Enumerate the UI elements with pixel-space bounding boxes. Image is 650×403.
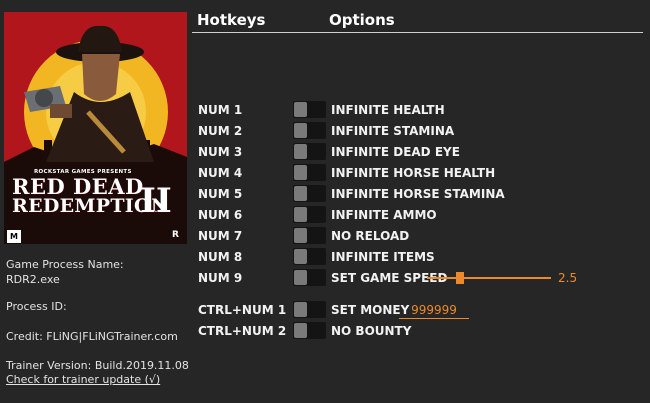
option-label: INFINITE HORSE HEALTH <box>331 166 496 180</box>
toggle-infinite-horse-stamina[interactable] <box>293 185 326 202</box>
toggle-infinite-health[interactable] <box>293 101 326 118</box>
cheat-row-infinite-horse-health: NUM 4 INFINITE HORSE HEALTH <box>0 163 650 183</box>
money-amount-input[interactable] <box>399 301 469 319</box>
cheat-row-infinite-dead-eye: NUM 3 INFINITE DEAD EYE <box>0 142 650 162</box>
toggle-knob <box>294 270 307 285</box>
toggle-knob <box>294 323 307 338</box>
option-label: SET MONEY <box>331 303 410 317</box>
cheat-row-infinite-stamina: NUM 2 INFINITE STAMINA <box>0 121 650 141</box>
option-label: NO RELOAD <box>331 229 410 243</box>
toggle-knob <box>294 207 307 222</box>
slider-thumb[interactable] <box>456 272 465 284</box>
header-divider <box>192 32 643 33</box>
check-update-link[interactable]: Check for trainer update (√) <box>6 373 160 386</box>
hotkeys-header: Hotkeys <box>197 11 266 29</box>
toggle-knob <box>294 186 307 201</box>
toggle-knob <box>294 228 307 243</box>
option-label: INFINITE DEAD EYE <box>331 145 460 159</box>
toggle-knob <box>294 165 307 180</box>
hotkey-label: NUM 6 <box>198 208 243 222</box>
slider-track <box>427 277 551 279</box>
toggle-set-money[interactable] <box>293 301 326 318</box>
cheat-row-infinite-items: NUM 8 INFINITE ITEMS <box>0 247 650 267</box>
option-label: INFINITE AMMO <box>331 208 437 222</box>
toggle-infinite-ammo[interactable] <box>293 206 326 223</box>
hotkey-label: NUM 5 <box>198 187 243 201</box>
option-label: INFINITE HORSE STAMINA <box>331 187 505 201</box>
option-label: NO BOUNTY <box>331 324 412 338</box>
toggle-infinite-items[interactable] <box>293 248 326 265</box>
toggle-knob <box>294 123 307 138</box>
hotkey-label: CTRL+NUM 2 <box>198 324 287 338</box>
option-label: INFINITE HEALTH <box>331 103 445 117</box>
hotkey-label: NUM 3 <box>198 145 243 159</box>
cheat-row-infinite-horse-stamina: NUM 5 INFINITE HORSE STAMINA <box>0 184 650 204</box>
trainer-version-text: Trainer Version: Build.2019.11.08 <box>6 359 189 372</box>
toggle-no-reload[interactable] <box>293 227 326 244</box>
cheat-row-set-game-speed: NUM 9 SET GAME SPEED 2.5 <box>0 268 650 288</box>
hotkey-label: NUM 7 <box>198 229 243 243</box>
hotkey-label: CTRL+NUM 1 <box>198 303 287 317</box>
cheat-row-set-money: CTRL+NUM 1 SET MONEY <box>0 300 650 320</box>
toggle-infinite-dead-eye[interactable] <box>293 143 326 160</box>
options-header: Options <box>329 11 395 29</box>
cheat-row-no-bounty: CTRL+NUM 2 NO BOUNTY <box>0 321 650 341</box>
cheat-row-infinite-ammo: NUM 6 INFINITE AMMO <box>0 205 650 225</box>
toggle-knob <box>294 144 307 159</box>
toggle-knob <box>294 249 307 264</box>
hotkey-label: NUM 2 <box>198 124 243 138</box>
option-label: INFINITE STAMINA <box>331 124 455 138</box>
toggle-infinite-horse-health[interactable] <box>293 164 326 181</box>
game-speed-slider[interactable] <box>427 268 551 288</box>
hotkey-label: NUM 1 <box>198 103 243 117</box>
toggle-knob <box>294 102 307 117</box>
hotkey-label: NUM 8 <box>198 250 243 264</box>
hotkey-label: NUM 9 <box>198 271 243 285</box>
cheat-row-no-reload: NUM 7 NO RELOAD <box>0 226 650 246</box>
toggle-infinite-stamina[interactable] <box>293 122 326 139</box>
game-speed-value: 2.5 <box>558 271 578 285</box>
toggle-knob <box>294 302 307 317</box>
option-label: INFINITE ITEMS <box>331 250 435 264</box>
hotkey-label: NUM 4 <box>198 166 243 180</box>
cheat-row-infinite-health: NUM 1 INFINITE HEALTH <box>0 100 650 120</box>
toggle-no-bounty[interactable] <box>293 322 326 339</box>
toggle-set-game-speed[interactable] <box>293 269 326 286</box>
